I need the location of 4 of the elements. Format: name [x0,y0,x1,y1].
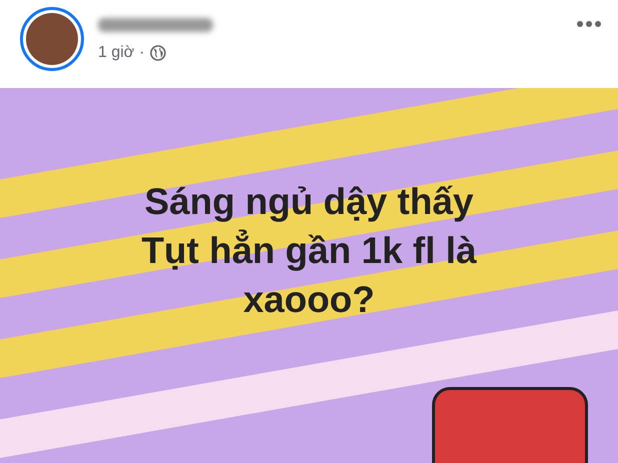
separator-dot: · [139,44,145,62]
globe-icon [150,45,166,61]
post-time[interactable]: 1 giờ [98,44,134,62]
more-options-icon[interactable] [576,20,602,28]
